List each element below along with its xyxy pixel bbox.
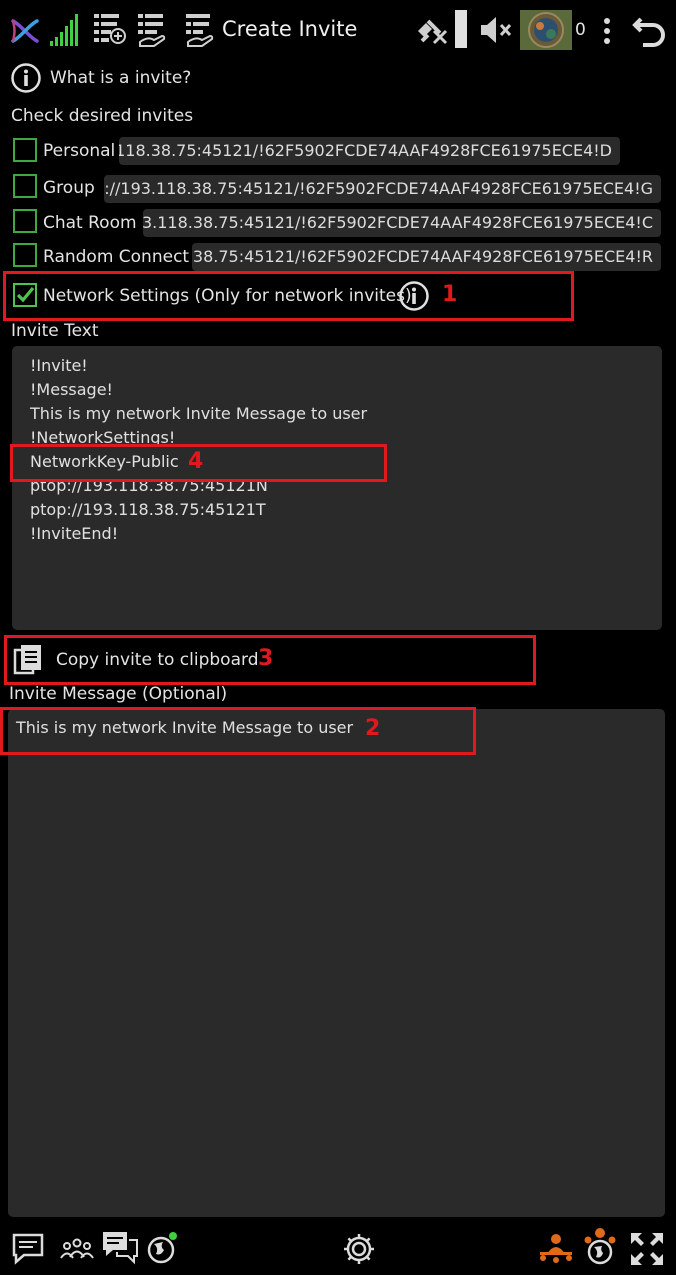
random-connect-checkbox[interactable]: [13, 243, 37, 267]
group-url-value: op://193.118.38.75:45121/!62F5902FCDE74A…: [104, 179, 653, 198]
mute-icon[interactable]: [478, 13, 514, 47]
level-bar: [455, 10, 467, 48]
globe-people-icon[interactable]: [144, 1228, 182, 1268]
chat-room-url-value: 193.118.38.75:45121/!62F5902FCDE74AAF492…: [143, 213, 653, 232]
invite-text-line: !Invite!: [30, 356, 88, 375]
chat-room-checkbox[interactable]: [13, 209, 37, 233]
personal-checkbox[interactable]: [13, 138, 37, 162]
chat-room-icon[interactable]: [101, 1228, 139, 1266]
invites-heading: Check desired invites: [11, 106, 194, 126]
group-checkbox[interactable]: [13, 174, 37, 198]
what-is-invite-link[interactable]: What is a invite?: [50, 68, 191, 88]
annotation-number-3: 3: [258, 646, 274, 671]
invite-message-input[interactable]: This is my network Invite Message to use…: [8, 709, 665, 1217]
random-connect-url-field[interactable]: l8.38.75:45121/!62F5902FCDE74AAF4928FCE6…: [192, 243, 661, 271]
chat-room-url-field[interactable]: 193.118.38.75:45121/!62F5902FCDE74AAF492…: [143, 209, 661, 237]
create-invite-icon: [182, 12, 216, 48]
chat-room-label[interactable]: Chat Room: [43, 213, 137, 233]
top-bar: Create Invite 0: [0, 0, 676, 62]
messages-icon[interactable]: [10, 1230, 46, 1266]
signal-strength-icon[interactable]: [48, 12, 80, 48]
network-host-icon[interactable]: [536, 1230, 576, 1266]
invite-text-area[interactable]: !Invite! !Message! This is my network In…: [12, 346, 662, 630]
network-status-icon[interactable]: [414, 13, 450, 47]
personal-url-field[interactable]: 3.118.38.75:45121/!62F5902FCDE74AAF4928F…: [119, 137, 620, 165]
bottom-bar: [0, 1222, 676, 1275]
info-icon[interactable]: [10, 62, 42, 94]
annotation-number-4: 4: [188, 449, 204, 474]
invite-message-heading: Invite Message (Optional): [9, 684, 228, 704]
avatar[interactable]: [520, 10, 572, 50]
back-icon[interactable]: [630, 12, 668, 50]
random-connect-url-value: l8.38.75:45121/!62F5902FCDE74AAF4928FCE6…: [192, 247, 653, 266]
invite-text-line: !Message!: [30, 380, 113, 399]
personal-label[interactable]: Personal: [43, 141, 115, 161]
page-title: Create Invite: [222, 17, 358, 41]
notification-count: 0: [575, 20, 586, 40]
annotation-number-2: 2: [365, 716, 381, 741]
annotation-number-1: 1: [442, 282, 458, 307]
people-icon[interactable]: [58, 1230, 96, 1266]
annotation-box-2: [0, 707, 476, 755]
invite-text-line: ptop://193.118.38.75:45121T: [30, 500, 266, 519]
invite-text-heading: Invite Text: [11, 321, 99, 341]
fullscreen-icon[interactable]: [628, 1230, 666, 1268]
app-logo-icon[interactable]: [8, 14, 42, 48]
invite-text-line: !InviteEnd!: [30, 524, 119, 543]
share-list-icon[interactable]: [136, 12, 170, 48]
group-url-field[interactable]: op://193.118.38.75:45121/!62F5902FCDE74A…: [104, 175, 661, 203]
group-label[interactable]: Group: [43, 178, 95, 198]
add-list-icon[interactable]: [92, 12, 126, 48]
more-options-icon[interactable]: [596, 14, 618, 48]
random-connect-label[interactable]: Random Connect: [43, 247, 189, 267]
personal-url-value: 3.118.38.75:45121/!62F5902FCDE74AAF4928F…: [119, 141, 612, 160]
invite-text-line: This is my network Invite Message to use…: [30, 404, 368, 423]
network-globe-icon[interactable]: [580, 1226, 620, 1268]
annotation-box-1: [3, 271, 574, 321]
settings-gear-icon[interactable]: [340, 1230, 378, 1268]
